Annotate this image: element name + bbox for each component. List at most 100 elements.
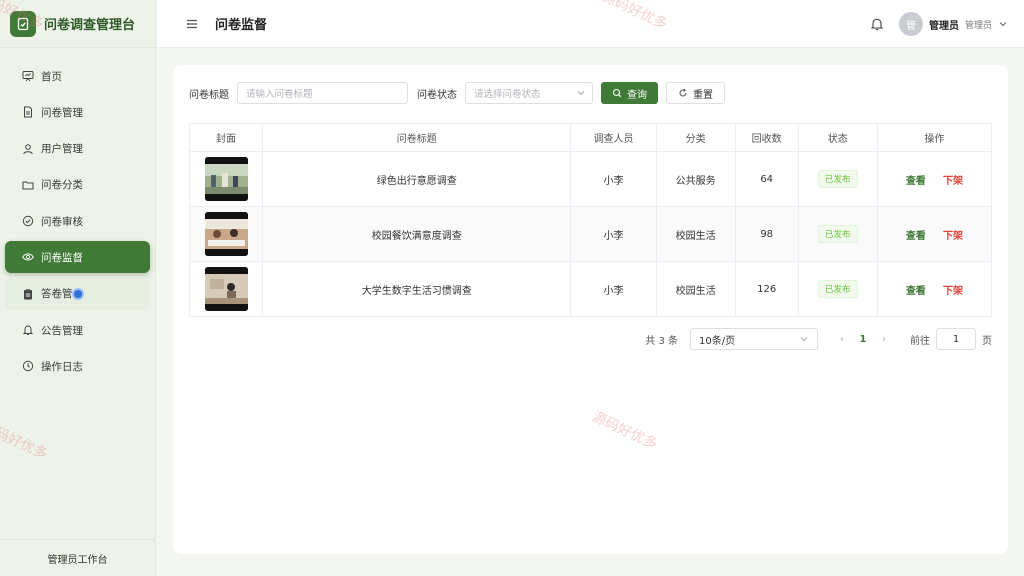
- status-cell: 已发布: [797, 261, 878, 317]
- view-button[interactable]: 查看: [906, 231, 926, 242]
- survey-table: 封面 问卷标题 调查人员 分类 回收数 状态 操作 绿色出行意愿调查 小李 公共…: [188, 123, 993, 317]
- cover-image[interactable]: [204, 212, 248, 256]
- table-row: 校园餐饮满意度调查 小李 校园生活 98 已发布 查看 下架: [188, 206, 993, 262]
- category-cell: 校园生活: [655, 261, 736, 317]
- cover-image[interactable]: [204, 157, 248, 201]
- brand: 问卷调查管理台: [0, 0, 155, 48]
- folder-icon: [21, 178, 35, 192]
- page-number-current[interactable]: 1: [852, 334, 874, 345]
- status-cell: 已发布: [797, 206, 878, 262]
- eye-icon: [21, 250, 35, 264]
- document-icon: [21, 105, 35, 119]
- goto-page-input[interactable]: 1: [936, 328, 976, 350]
- column-header-cover: 封面: [188, 123, 264, 152]
- view-button[interactable]: 查看: [906, 176, 926, 187]
- search-button[interactable]: 查询: [601, 82, 658, 104]
- status-filter-label: 问卷状态: [417, 89, 457, 101]
- status-badge: 已发布: [818, 225, 858, 243]
- sidebar-item-label: 操作日志: [41, 360, 83, 373]
- category-cell: 校园生活: [655, 206, 736, 262]
- status-badge: 已发布: [818, 280, 858, 298]
- sidebar-item-label: 公告管理: [41, 324, 83, 337]
- offline-button[interactable]: 下架: [943, 176, 963, 187]
- page-size-select[interactable]: 10条/页: [690, 328, 818, 350]
- sidebar-item-survey-supervision[interactable]: 问卷监督: [5, 241, 150, 274]
- top-header: 问卷监督 管 管理员 管理员: [157, 0, 1024, 48]
- column-header-status: 状态: [797, 123, 878, 152]
- table-row: 绿色出行意愿调查 小李 公共服务 64 已发布 查看 下架: [188, 151, 993, 207]
- sidebar-item-label: 用户管理: [41, 143, 83, 156]
- survey-title-cell: 大学生数字生活习惯调查: [262, 261, 572, 317]
- pagination-total: 共 3 条: [645, 335, 678, 347]
- page-suffix: 页: [982, 335, 992, 347]
- page-title: 问卷监督: [215, 18, 268, 33]
- actions-cell: 查看 下架: [876, 261, 993, 317]
- goto-label: 前往: [910, 335, 930, 347]
- cover-cell: [188, 261, 264, 317]
- column-header-title: 问卷标题: [262, 123, 572, 152]
- chevron-down-icon: [800, 337, 808, 342]
- content-card: 问卷标题 请输入问卷标题 问卷状态 请选择问卷状态 查询 重置 封面 问卷标题 …: [173, 65, 1008, 554]
- notification-bell-icon[interactable]: [869, 16, 885, 32]
- surveyor-cell: 小李: [570, 151, 657, 207]
- sidebar-item-user-management[interactable]: 用户管理: [5, 133, 150, 165]
- count-cell: 98: [734, 206, 799, 262]
- prev-page-icon[interactable]: ‹: [832, 334, 852, 345]
- sidebar-footer: 管理员工作台: [0, 539, 155, 576]
- dashboard-icon: [21, 69, 35, 83]
- sidebar-item-home[interactable]: 首页: [5, 60, 150, 92]
- cover-image[interactable]: [204, 267, 248, 311]
- search-button-label: 查询: [627, 89, 647, 101]
- actions-cell: 查看 下架: [876, 206, 993, 262]
- view-button[interactable]: 查看: [906, 286, 926, 297]
- survey-logo-icon: [10, 10, 36, 37]
- column-header-count: 回收数: [734, 123, 799, 152]
- reset-button[interactable]: 重置: [666, 82, 725, 104]
- bell-icon: [21, 323, 35, 337]
- status-cell: 已发布: [797, 151, 878, 207]
- status-badge: 已发布: [818, 170, 858, 188]
- app-title: 问卷调查管理台: [44, 18, 136, 33]
- sidebar-item-answer-management[interactable]: 答卷管: [5, 277, 150, 310]
- sidebar-item-survey-review[interactable]: 问卷审核: [5, 205, 150, 237]
- user-role[interactable]: 管理员: [965, 18, 992, 31]
- chevron-down-icon[interactable]: [998, 19, 1008, 29]
- sidebar-menu: 首页 问卷管理 用户管理 问卷分类 问卷审核 问卷监督 答卷管 公告管理 操作日…: [0, 48, 155, 382]
- offline-button[interactable]: 下架: [943, 286, 963, 297]
- sidebar-item-announcement[interactable]: 公告管理: [5, 314, 150, 346]
- surveyor-cell: 小李: [570, 261, 657, 317]
- next-page-icon[interactable]: ›: [874, 334, 894, 345]
- column-header-actions: 操作: [876, 123, 993, 152]
- survey-title-cell: 校园餐饮满意度调查: [262, 206, 572, 262]
- sidebar-item-label: 首页: [41, 70, 62, 83]
- search-icon: [612, 88, 622, 98]
- user-icon: [21, 142, 35, 156]
- sidebar-item-operation-log[interactable]: 操作日志: [5, 350, 150, 382]
- sidebar-item-label: 问卷审核: [41, 215, 83, 228]
- page-size-value: 10条/页: [699, 335, 736, 347]
- pagination: 共 3 条 10条/页 ‹ 1 › 前往 1 页: [645, 328, 992, 350]
- sidebar: 问卷调查管理台 首页 问卷管理 用户管理 问卷分类 问卷审核 问卷监督 答卷管 …: [0, 0, 156, 576]
- reset-button-label: 重置: [693, 89, 713, 101]
- cursor-indicator: [72, 287, 84, 300]
- column-header-surveyor: 调查人员: [570, 123, 657, 152]
- sidebar-item-label: 答卷管: [41, 288, 73, 301]
- cover-cell: [188, 206, 264, 262]
- sidebar-item-survey-management[interactable]: 问卷管理: [5, 96, 150, 128]
- sidebar-item-survey-category[interactable]: 问卷分类: [5, 169, 150, 201]
- title-filter-label: 问卷标题: [189, 89, 229, 101]
- count-cell: 64: [734, 151, 799, 207]
- avatar[interactable]: 管: [898, 12, 923, 36]
- header-user-area: 管 管理员 管理员: [869, 0, 1008, 48]
- category-cell: 公共服务: [655, 151, 736, 207]
- sidebar-item-label: 问卷分类: [41, 179, 83, 192]
- offline-button[interactable]: 下架: [943, 231, 963, 242]
- status-select[interactable]: 请选择问卷状态: [465, 82, 593, 104]
- surveyor-cell: 小李: [570, 206, 657, 262]
- actions-cell: 查看 下架: [876, 151, 993, 207]
- table-header-row: 封面 问卷标题 调查人员 分类 回收数 状态 操作: [188, 123, 993, 152]
- user-name[interactable]: 管理员: [929, 17, 959, 32]
- title-search-input[interactable]: 请输入问卷标题: [237, 82, 408, 104]
- menu-toggle-icon[interactable]: [185, 17, 199, 31]
- table-row: 大学生数字生活习惯调查 小李 校园生活 126 已发布 查看 下架: [188, 261, 993, 317]
